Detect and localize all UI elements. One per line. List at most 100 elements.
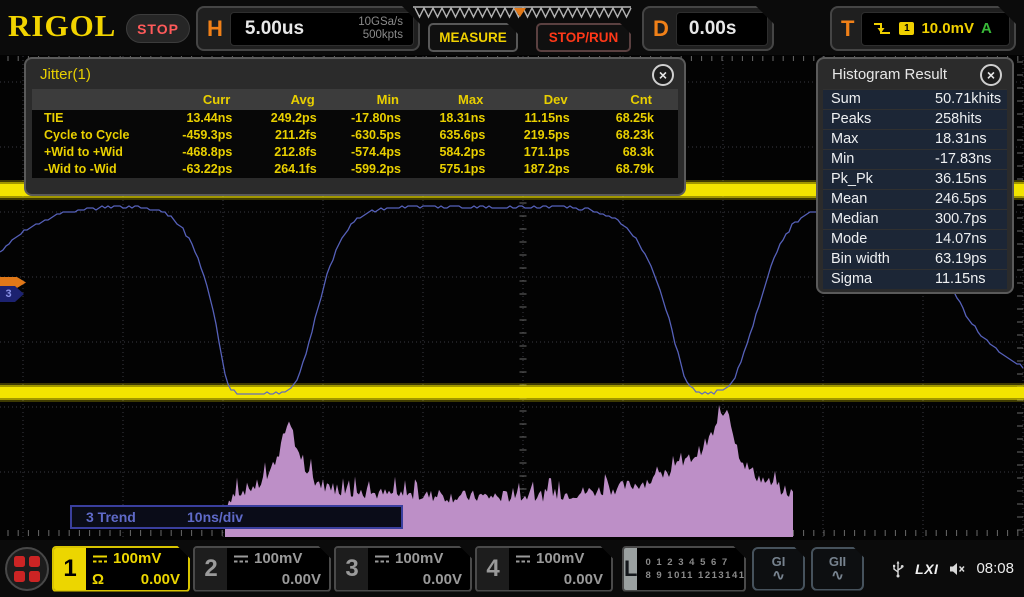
- logic-digits-row1: 0 1 2 3 4 5 6 7: [645, 557, 746, 568]
- trigger-source-badge: 1: [899, 22, 914, 35]
- histogram-row-label: Max: [823, 130, 927, 149]
- histogram-row-value: 36.15ns: [927, 170, 1007, 189]
- impedance-indicator: Ω: [92, 572, 104, 588]
- channel-scale: 100mV: [395, 551, 443, 567]
- jitter-table-header: CurrAvgMinMaxDevCnt: [32, 89, 678, 110]
- histogram-row-value: -17.83ns: [927, 150, 1007, 169]
- channel-3-marker: 3: [0, 286, 24, 302]
- jitter-col-cnt: Cnt: [594, 89, 678, 110]
- histogram-row: Min-17.83ns: [823, 149, 1007, 169]
- speaker-muted-icon[interactable]: [948, 561, 966, 577]
- channel-1-button[interactable]: 1100mVΩ0.00V: [52, 546, 190, 592]
- channel-scale: 100mV: [536, 551, 584, 567]
- main-menu-button[interactable]: [5, 547, 49, 591]
- channel-3-button[interactable]: 3 100mV 0.00V: [334, 546, 472, 592]
- histogram-row-label: Pk_Pk: [823, 170, 927, 189]
- top-bar: RIGOL STOP H 5.00us 10GSa/s 500kpts MEAS…: [0, 0, 1024, 55]
- trend-channel-marker[interactable]: 3: [0, 277, 28, 305]
- usb-icon: [891, 560, 905, 578]
- memory-depth: 500kpts: [358, 29, 403, 42]
- sine-wave-icon: ∿: [772, 569, 785, 582]
- jitter-cell: -574.4ps: [341, 144, 425, 161]
- jitter-cell: 68.3k: [594, 144, 678, 161]
- trigger-settings-button[interactable]: T 1 10.0mV A: [830, 6, 1016, 51]
- channel-3-number: 3: [336, 548, 368, 590]
- histogram-row: Sum50.71khits: [823, 89, 1007, 109]
- horizontal-settings-button[interactable]: H 5.00us 10GSa/s 500kpts: [196, 6, 420, 51]
- jitter-cell: 575.1ps: [425, 161, 509, 178]
- jitter-col-label: [32, 89, 172, 110]
- lxi-indicator: LXI: [915, 561, 938, 577]
- histogram-row-value: 11.15ns: [927, 270, 1007, 289]
- histogram-row-label: Peaks: [823, 110, 927, 129]
- histogram-table: Sum50.71khitsPeaks258hitsMax18.31nsMin-1…: [823, 89, 1007, 289]
- histogram-row-label: Mode: [823, 230, 927, 249]
- jitter-cell: 13.44ns: [172, 110, 256, 127]
- jitter-cell: -630.5ps: [341, 127, 425, 144]
- generator2-button[interactable]: GII ∿: [811, 547, 864, 591]
- jitter-cell: 264.1fs: [256, 161, 340, 178]
- oscilloscope-screen: 3 3 Trend 10ns/div RIGOL STOP H 5.00us 1…: [0, 0, 1024, 597]
- jitter-row: +Wid to +Wid-468.8ps212.8fs-574.4ps584.2…: [32, 144, 678, 161]
- histogram-result-panel: Histogram Result × Sum50.71khitsPeaks258…: [816, 57, 1014, 294]
- histogram-row-label: Sigma: [823, 270, 927, 289]
- histogram-row: Mean246.5ps: [823, 189, 1007, 209]
- jitter-cell: 68.79k: [594, 161, 678, 178]
- jitter-col-curr: Curr: [172, 89, 256, 110]
- bottom-bar: 1100mVΩ0.00V2100mV0.00V3100mV0.00V4100mV…: [0, 540, 1024, 597]
- trigger-sweep-mode: A: [981, 20, 998, 37]
- histogram-row: Bin width63.19ps: [823, 249, 1007, 269]
- timebase-value: 5.00us: [231, 18, 358, 40]
- channel-offset: 0.00V: [423, 572, 462, 588]
- jitter-table-body: TIE13.44ns249.2ps-17.80ns18.31ns11.15ns6…: [32, 110, 678, 178]
- falling-edge-icon: [872, 20, 892, 38]
- delay-settings-button[interactable]: D 0.00s: [642, 6, 774, 51]
- jitter-cell: 249.2ps: [256, 110, 340, 127]
- dc-coupling-icon: [92, 554, 108, 564]
- channel-2-button[interactable]: 2 100mV 0.00V: [193, 546, 331, 592]
- jitter-cell: 68.23k: [594, 127, 678, 144]
- jitter-row-label: TIE: [32, 110, 172, 127]
- histogram-close-button[interactable]: ×: [980, 64, 1002, 86]
- jitter-cell: 11.15ns: [509, 110, 593, 127]
- jitter-cell: 219.5ps: [509, 127, 593, 144]
- channel-4-button[interactable]: 4100mV0.00V: [475, 546, 613, 592]
- channel-scale: 100mV: [254, 551, 302, 567]
- logic-channels-button[interactable]: L 0 1 2 3 4 5 6 7 8 9 1011 12131415: [622, 546, 746, 592]
- d-label: D: [648, 16, 676, 42]
- measure-label: MEASURE: [439, 30, 507, 45]
- measure-button[interactable]: MEASURE: [428, 23, 518, 52]
- trend-info-box: 3 Trend 10ns/div: [70, 505, 403, 529]
- jitter-col-max: Max: [425, 89, 509, 110]
- jitter-col-avg: Avg: [256, 89, 340, 110]
- channel-2-number: 2: [195, 548, 227, 590]
- jitter-cell: 187.2ps: [509, 161, 593, 178]
- run-state-badge: STOP: [126, 14, 190, 43]
- histogram-row-value: 300.7ps: [927, 210, 1007, 229]
- delay-value: 0.00s: [677, 18, 737, 40]
- logic-digits-row2: 8 9 1011 12131415: [645, 570, 746, 581]
- jitter-col-dev: Dev: [509, 89, 593, 110]
- histogram-row: Peaks258hits: [823, 109, 1007, 129]
- channel-offset: 0.00V: [282, 572, 321, 588]
- jitter-close-button[interactable]: ×: [652, 64, 674, 86]
- jitter-cell: -63.22ps: [172, 161, 256, 178]
- channel-buttons: 1100mVΩ0.00V2100mV0.00V3100mV0.00V4100mV…: [49, 546, 613, 592]
- trigger-level-value: 10.0mV: [921, 20, 974, 37]
- generator1-button[interactable]: GI ∿: [752, 547, 805, 591]
- jitter-cell: -468.8ps: [172, 144, 256, 161]
- jitter-col-min: Min: [341, 89, 425, 110]
- histogram-row-value: 18.31ns: [927, 130, 1007, 149]
- channel-offset: 0.00V: [141, 572, 180, 588]
- h-label: H: [202, 16, 230, 42]
- channel-1-number: 1: [54, 548, 86, 590]
- dc-coupling-icon: [233, 554, 249, 564]
- acquisition-info: 10GSa/s 500kpts: [358, 16, 413, 42]
- jitter-cell: 171.1ps: [509, 144, 593, 161]
- histogram-row-value: 14.07ns: [927, 230, 1007, 249]
- jitter-cell: 584.2ps: [425, 144, 509, 161]
- stop-run-button[interactable]: STOP/RUN: [536, 23, 631, 52]
- histogram-row-value: 63.19ps: [927, 250, 1007, 269]
- channel-offset: 0.00V: [564, 572, 603, 588]
- jitter-cell: 635.6ps: [425, 127, 509, 144]
